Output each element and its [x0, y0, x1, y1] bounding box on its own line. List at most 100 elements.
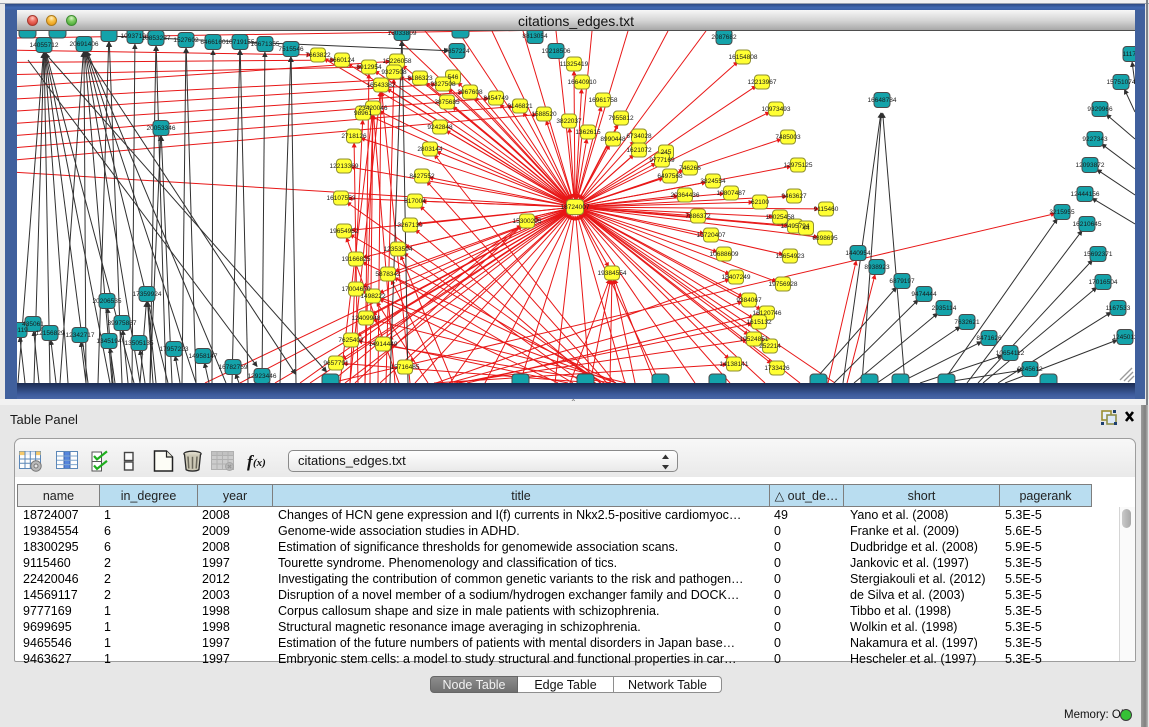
svg-text:3267130: 3267130	[397, 222, 423, 229]
svg-text:1588520: 1588520	[531, 111, 557, 118]
svg-text:20206535: 20206535	[93, 298, 122, 305]
svg-text:5878342: 5878342	[375, 271, 401, 278]
svg-text:11325419: 11325419	[560, 61, 589, 68]
svg-text:12093872: 12093872	[1076, 162, 1105, 169]
svg-text:17016504: 17016504	[1089, 279, 1118, 286]
svg-text:(x): (x)	[253, 457, 266, 469]
svg-text:16640910: 16640910	[568, 79, 597, 86]
svg-text:10654112: 10654112	[996, 350, 1025, 357]
svg-text:16961758: 16961758	[589, 97, 618, 104]
svg-text:8912954: 8912954	[356, 64, 382, 71]
svg-text:9474444: 9474444	[911, 291, 937, 298]
svg-text:19166825: 19166825	[342, 256, 371, 263]
svg-text:15720407: 15720407	[697, 232, 726, 239]
svg-text:2718126: 2718126	[341, 133, 367, 140]
svg-text:98961: 98961	[354, 110, 372, 117]
svg-text:1498222: 1498222	[360, 293, 386, 300]
svg-text:10025458: 10025458	[766, 214, 795, 221]
svg-text:10853287: 10853287	[142, 35, 171, 42]
svg-text:15751074: 15751074	[1107, 79, 1135, 86]
svg-text:39975887: 39975887	[108, 320, 137, 327]
svg-text:9227343: 9227343	[1082, 136, 1108, 143]
svg-text:3215955: 3215955	[1049, 209, 1075, 216]
svg-text:8813054: 8813054	[522, 33, 548, 40]
svg-text:2967608: 2967608	[457, 89, 483, 96]
svg-text:9463627: 9463627	[781, 193, 807, 200]
svg-text:12353594: 12353594	[384, 246, 413, 253]
svg-text:16120746: 16120746	[753, 310, 782, 317]
svg-text:7485003: 7485003	[775, 134, 801, 141]
svg-text:1345194: 1345194	[96, 338, 122, 345]
svg-text:12409948: 12409948	[352, 315, 381, 322]
svg-text:62100: 62100	[751, 199, 769, 206]
svg-text:7663822: 7663822	[305, 52, 331, 59]
svg-text:19384554: 19384554	[598, 270, 627, 277]
svg-text:8660124: 8660124	[329, 57, 355, 64]
svg-text:746266: 746266	[679, 165, 701, 172]
svg-text:11172: 11172	[1122, 51, 1135, 58]
svg-text:817004: 817004	[404, 198, 426, 205]
svg-text:3875685: 3875685	[434, 99, 460, 106]
svg-text:7625402: 7625402	[338, 337, 364, 344]
svg-text:14958147: 14958147	[189, 353, 218, 360]
svg-text:1733426: 1733426	[764, 365, 790, 372]
svg-text:6497568: 6497568	[657, 173, 683, 180]
svg-text:8990448: 8990448	[600, 136, 626, 143]
svg-text:14055712: 14055712	[30, 42, 59, 49]
svg-text:15716485: 15716485	[391, 364, 420, 371]
svg-text:9327508: 9327508	[430, 81, 456, 88]
svg-text:16154808: 16154808	[729, 54, 758, 61]
svg-text:18407249: 18407249	[722, 274, 751, 281]
svg-text:16210645: 16210645	[1073, 221, 1102, 228]
svg-text:16543382: 16543382	[367, 82, 396, 89]
svg-text:12923446: 12923446	[248, 373, 277, 380]
svg-text:9657791: 9657791	[323, 360, 349, 367]
svg-text:546: 546	[448, 74, 459, 81]
svg-text:1621072: 1621072	[626, 147, 652, 154]
svg-text:9146821: 9146821	[507, 103, 533, 110]
svg-text:20053346: 20053346	[147, 125, 176, 132]
svg-text:8938923: 8938923	[864, 264, 890, 271]
svg-text:17359924: 17359924	[133, 291, 162, 298]
svg-text:7955812: 7955812	[608, 115, 634, 122]
svg-text:18724007: 18724007	[561, 204, 590, 211]
svg-text:12444156: 12444156	[1071, 191, 1100, 198]
svg-text:8186323: 8186323	[407, 75, 433, 82]
svg-text:20691406: 20691406	[70, 41, 99, 48]
svg-text:15226058: 15226058	[383, 58, 412, 65]
svg-text:19756928: 19756928	[769, 281, 798, 288]
svg-text:14914449: 14914449	[369, 341, 398, 348]
svg-text:1615132: 1615132	[746, 319, 772, 326]
svg-text:16671355: 16671355	[251, 41, 280, 48]
svg-text:12975125: 12975125	[784, 162, 813, 169]
svg-text:1362615: 1362615	[575, 129, 601, 136]
svg-text:1440954: 1440954	[845, 250, 871, 257]
svg-text:13654923: 13654923	[776, 253, 805, 260]
svg-text:1167533: 1167533	[1106, 305, 1131, 312]
svg-text:9242848: 9242848	[427, 124, 453, 131]
svg-text:2803144: 2803144	[417, 146, 443, 153]
svg-text:16648784: 16648784	[868, 97, 897, 104]
svg-text:10807487: 10807487	[717, 190, 746, 197]
svg-text:6734028: 6734028	[626, 133, 652, 140]
svg-text:12342717: 12342717	[66, 332, 95, 339]
svg-text:9327508: 9327508	[381, 69, 407, 76]
svg-text:6898695: 6898695	[812, 235, 838, 242]
svg-text:1245012: 1245012	[1112, 334, 1135, 341]
svg-text:9115460: 9115460	[814, 206, 839, 213]
svg-text:7357224: 7357224	[444, 48, 470, 55]
svg-text:9245612: 9245612	[1017, 366, 1043, 373]
svg-text:10973493: 10973493	[762, 106, 791, 113]
svg-text:6879197: 6879197	[889, 278, 915, 285]
svg-text:9777169: 9777169	[649, 157, 675, 164]
svg-text:8471626: 8471626	[976, 335, 1002, 342]
svg-text:8454749: 8454749	[483, 95, 509, 102]
svg-text:20364436: 20364436	[671, 192, 700, 199]
svg-text:7632621: 7632621	[954, 319, 980, 326]
svg-text:7886372: 7886372	[685, 213, 711, 220]
svg-text:252214: 252214	[759, 343, 781, 350]
svg-text:9384067: 9384067	[736, 297, 762, 304]
svg-text:16107553: 16107553	[327, 195, 356, 202]
svg-text:39119: 39119	[17, 327, 28, 334]
svg-text:2087682: 2087682	[711, 34, 737, 41]
